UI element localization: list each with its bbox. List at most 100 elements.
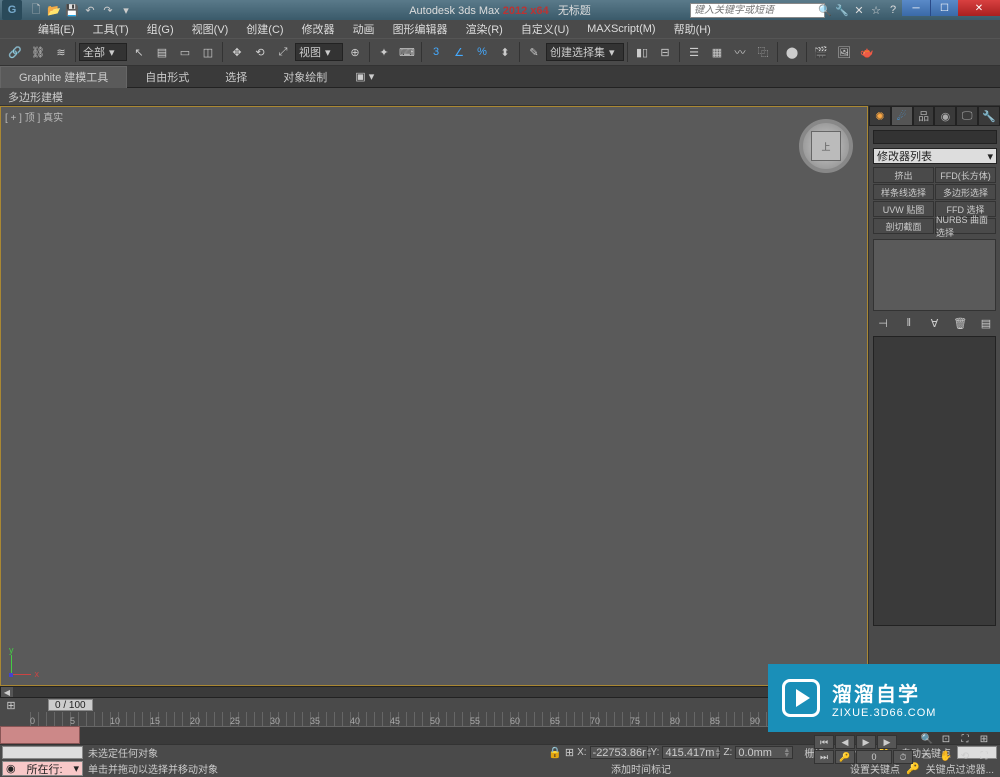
rendered-frame-icon[interactable]: 🖼 [833, 41, 855, 63]
edit-named-sel-icon[interactable]: ✎ [523, 41, 545, 63]
select-move-icon[interactable]: ✥ [226, 41, 248, 63]
curve-editor-icon[interactable]: 〰 [729, 41, 751, 63]
time-config-icon[interactable]: ⊞ [0, 694, 22, 716]
viewport-label[interactable]: [ + ] 顶 ] 真实 [5, 109, 63, 124]
prev-frame-icon[interactable]: ◀ [835, 735, 855, 749]
modify-tab-icon[interactable]: ☄ [891, 106, 913, 126]
unlink-icon[interactable]: ⛓ [27, 41, 49, 63]
x-coord-input[interactable]: -22753.86r▲▼ [590, 746, 648, 759]
menu-group[interactable]: 组(G) [139, 20, 182, 38]
mod-btn-poly-select[interactable]: 多边形选择 [935, 184, 996, 200]
time-config-button-icon[interactable]: ⏱ [893, 750, 913, 764]
menu-views[interactable]: 视图(V) [184, 20, 237, 38]
maximize-viewport-icon[interactable]: ⛶ [975, 748, 993, 764]
utilities-tab-icon[interactable]: 🔧 [978, 106, 1000, 126]
new-icon[interactable]: 🗋 [28, 2, 44, 18]
menu-customize[interactable]: 自定义(U) [513, 20, 577, 38]
render-production-icon[interactable]: 🫖 [856, 41, 878, 63]
mod-btn-extrude[interactable]: 挤出 [873, 167, 934, 183]
zoom-region-icon[interactable]: ▭ [918, 748, 936, 764]
track-bar-key-area[interactable] [0, 726, 80, 744]
viewcube-face[interactable]: 上 [811, 131, 841, 161]
remove-modifier-icon[interactable]: 🗑 [952, 317, 968, 330]
spinner-snap-icon[interactable]: ⬍ [494, 41, 516, 63]
show-end-result-icon[interactable]: ǁ [901, 317, 917, 330]
zoom-all-icon[interactable]: ⊡ [937, 731, 955, 747]
select-manipulate-icon[interactable]: ✦ [373, 41, 395, 63]
ribbon-tab-freeform[interactable]: 自由形式 [127, 66, 207, 88]
mod-btn-nurbs[interactable]: NURBS 曲面选择 [935, 218, 996, 234]
menu-modifiers[interactable]: 修改器 [294, 20, 343, 38]
schematic-view-icon[interactable]: ⿻ [752, 41, 774, 63]
object-name-input[interactable] [873, 130, 997, 144]
zoom-extents-all-icon[interactable]: ⊞ [975, 731, 993, 747]
rectangular-selection-icon[interactable]: ▭ [174, 41, 196, 63]
named-selection-combo[interactable]: 创建选择集▾ [546, 43, 624, 61]
ribbon-tab-selection[interactable]: 选择 [207, 66, 265, 88]
select-object-icon[interactable]: ↖ [128, 41, 150, 63]
undo-icon[interactable]: ↶ [82, 2, 98, 18]
close-button[interactable]: ✕ [958, 0, 1000, 16]
ribbon-expand-icon[interactable]: ▣ ▾ [355, 70, 374, 83]
zoom-extents-icon[interactable]: ⛶ [956, 731, 974, 747]
material-editor-icon[interactable]: ⬤ [781, 41, 803, 63]
mirror-icon[interactable]: ▮▯ [631, 41, 653, 63]
absolute-mode-icon[interactable]: ⊞ [565, 746, 574, 759]
open-icon[interactable]: 📂 [46, 2, 62, 18]
layer-manager-icon[interactable]: ☰ [683, 41, 705, 63]
add-time-tag[interactable]: 添加时间标记 [611, 761, 671, 776]
orbit-icon[interactable]: ⟲ [956, 748, 974, 764]
graphite-toggle-icon[interactable]: ▦ [706, 41, 728, 63]
help-icon[interactable]: ? [886, 4, 900, 17]
goto-start-icon[interactable]: ⏮ [814, 735, 834, 749]
make-unique-icon[interactable]: ∀ [927, 317, 943, 330]
selection-filter-combo[interactable]: 全部▾ [79, 43, 127, 61]
mod-btn-ffd-box[interactable]: FFD(长方体) [935, 167, 996, 183]
link-icon[interactable]: 🔗 [4, 41, 26, 63]
use-pivot-icon[interactable]: ⊕ [344, 41, 366, 63]
save-icon[interactable]: 💾 [64, 2, 80, 18]
lock-selection-icon[interactable]: 🔒 [548, 746, 562, 759]
mod-btn-slice[interactable]: 剖切截面 [873, 218, 934, 234]
maximize-button[interactable]: ☐ [930, 0, 958, 16]
menu-animation[interactable]: 动画 [345, 20, 383, 38]
configure-sets-icon[interactable]: ▤ [978, 317, 994, 330]
select-rotate-icon[interactable]: ⟲ [249, 41, 271, 63]
menu-graph-editors[interactable]: 图形编辑器 [385, 20, 456, 38]
y-coord-input[interactable]: 415.417m▲▼ [662, 746, 720, 759]
qat-dropdown-icon[interactable]: ▾ [118, 2, 134, 18]
pin-stack-icon[interactable]: ⊣ [875, 317, 891, 330]
menu-edit[interactable]: 编辑(E) [30, 20, 83, 38]
play-icon[interactable]: ▶ [856, 735, 876, 749]
script-listener-mini[interactable] [2, 746, 83, 759]
favorite-icon[interactable]: ☆ [869, 4, 883, 17]
modifier-list-combo[interactable]: 修改器列表▾ [873, 148, 997, 164]
viewport[interactable]: [ + ] 顶 ] 真实 上 [0, 106, 868, 686]
motion-tab-icon[interactable]: ◉ [934, 106, 956, 126]
minimize-button[interactable]: ─ [902, 0, 930, 16]
align-icon[interactable]: ⊟ [654, 41, 676, 63]
subscription-icon[interactable]: 🔧 [835, 4, 849, 17]
angle-snap-icon[interactable]: ∠ [448, 41, 470, 63]
menu-create[interactable]: 创建(C) [238, 20, 291, 38]
key-mode-icon[interactable]: 🔑 [835, 750, 855, 764]
bind-space-warp-icon[interactable]: ≋ [50, 41, 72, 63]
keyboard-shortcut-icon[interactable]: ⌨ [396, 41, 418, 63]
ribbon-tab-graphite[interactable]: Graphite 建模工具 [0, 66, 127, 88]
goto-end-icon[interactable]: ⏭ [814, 750, 834, 764]
zoom-icon[interactable]: 🔍 [918, 731, 936, 747]
menu-maxscript[interactable]: MAXScript(M) [579, 22, 663, 36]
mod-btn-uvw-map[interactable]: UVW 贴图 [873, 201, 934, 217]
display-tab-icon[interactable]: 🖵 [956, 106, 978, 126]
layer-dropdown[interactable]: ◉ 所在行:▾ [2, 761, 83, 776]
z-coord-input[interactable]: 0.0mm▲▼ [735, 746, 793, 759]
menu-rendering[interactable]: 渲染(R) [458, 20, 511, 38]
menu-tools[interactable]: 工具(T) [85, 20, 137, 38]
redo-icon[interactable]: ↷ [100, 2, 116, 18]
viewcube[interactable]: 上 [799, 119, 853, 173]
time-slider[interactable]: 0 / 100 [48, 699, 93, 711]
select-by-name-icon[interactable]: ▤ [151, 41, 173, 63]
ribbon-tab-object-paint[interactable]: 对象绘制 [265, 66, 345, 88]
time-input[interactable]: 0 [856, 750, 892, 764]
rollout-area[interactable] [873, 336, 996, 626]
